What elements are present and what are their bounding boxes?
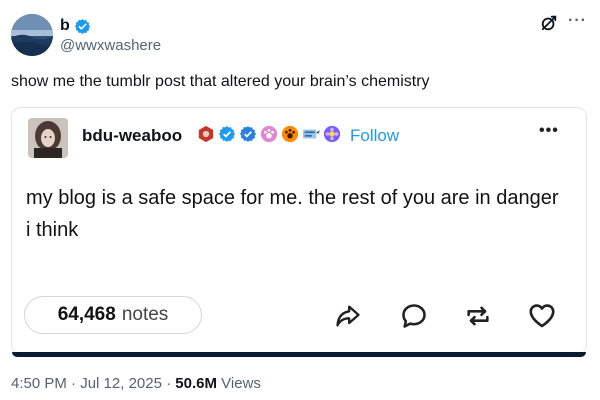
reply-icon[interactable] <box>398 300 430 332</box>
more-options-icon[interactable]: ··· <box>568 12 587 30</box>
blue-check-badge-icon <box>217 123 237 145</box>
tumblr-post-card[interactable]: bdu-weaboo Follow ••• my blog is a safe … <box>11 107 587 355</box>
grok-icon[interactable] <box>540 14 558 32</box>
share-icon[interactable] <box>332 300 364 332</box>
hexagon-badge-icon <box>196 123 216 145</box>
notes-button[interactable]: 64,468 notes <box>24 296 202 334</box>
tweet-date[interactable]: Jul 12, 2025 <box>80 375 162 392</box>
follow-button[interactable]: Follow <box>350 125 399 147</box>
bird-badge-icon <box>301 123 321 145</box>
notes-count: 64,468 <box>57 304 116 325</box>
reblog-icon[interactable] <box>462 300 494 332</box>
author-handle[interactable]: @wwxwashere <box>60 37 161 55</box>
tweet-time[interactable]: 4:50 PM <box>11 375 67 392</box>
views-label: Views <box>221 375 261 392</box>
post-more-options-icon[interactable]: ••• <box>539 122 559 140</box>
author-display-name[interactable]: b <box>60 16 70 36</box>
like-icon[interactable] <box>526 300 558 332</box>
tumblr-username[interactable]: bdu-weaboo <box>82 125 182 147</box>
tweet-meta: 4:50 PM · Jul 12, 2025 · 50.6M Views <box>11 375 261 392</box>
purple-flower-badge-icon <box>322 123 342 145</box>
card-bottom-bar <box>12 352 586 357</box>
tweet-text: show me the tumblr post that altered you… <box>11 73 430 90</box>
tumblr-avatar[interactable] <box>28 118 68 158</box>
badge-row <box>196 123 342 145</box>
views-count: 50.6M <box>175 375 217 392</box>
orange-paw-badge-icon <box>280 123 300 145</box>
notes-label: notes <box>121 304 169 325</box>
meta-separator: · <box>71 375 77 392</box>
verified-badge-icon <box>74 18 91 35</box>
tumblr-post-body: my blog is a safe space for me. the rest… <box>26 187 559 241</box>
author-avatar[interactable] <box>11 14 53 56</box>
meta-separator: · <box>166 375 172 392</box>
pink-paw-badge-icon <box>259 123 279 145</box>
author-name-row[interactable]: b <box>60 16 91 36</box>
blue-check-badge-icon <box>238 123 258 145</box>
